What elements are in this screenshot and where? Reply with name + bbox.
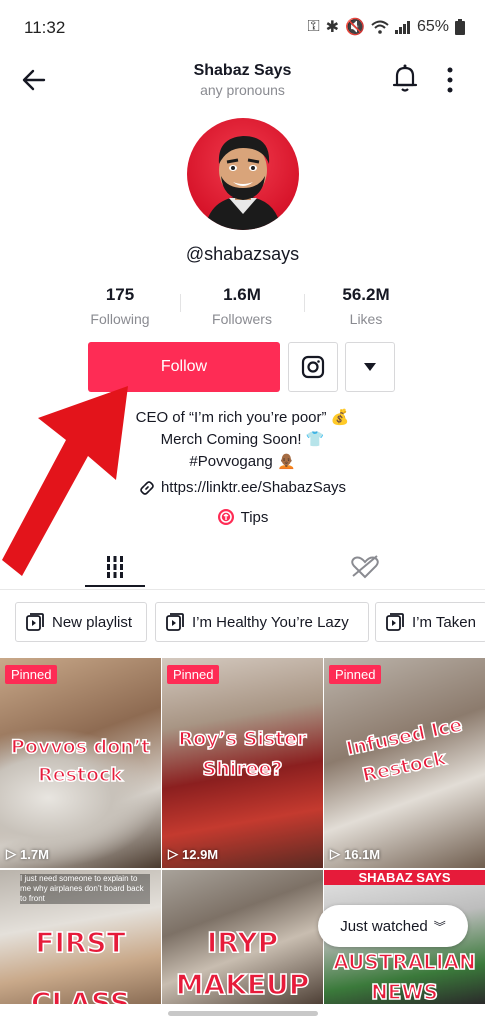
playlist-chip[interactable]: New playlist bbox=[15, 602, 147, 642]
video-tile[interactable]: Pinned Povvos don’t Restock ▷ 1.7M bbox=[0, 658, 161, 868]
video-overlay-text: I just need someone to explain to me why… bbox=[20, 874, 150, 904]
play-icon: ▷ bbox=[330, 846, 340, 861]
pinned-badge: Pinned bbox=[329, 665, 382, 684]
playlist-icon bbox=[26, 613, 44, 631]
red-arrow-annotation bbox=[2, 386, 128, 576]
battery-percent: 65% bbox=[416, 18, 449, 35]
tips-label: Tips bbox=[240, 508, 269, 526]
mute-icon: 🔇 bbox=[345, 19, 365, 36]
status-icons: ⚿ ✱ 🔇 65% bbox=[307, 17, 465, 37]
video-tile[interactable]: Pinned Infused Ice Restock ▷ 16.1M bbox=[324, 658, 485, 868]
battery-icon bbox=[455, 19, 465, 35]
bluetooth-icon: ✱ bbox=[325, 19, 340, 36]
video-tile[interactable]: IRYP MAKEUP bbox=[162, 870, 323, 1004]
pinned-badge: Pinned bbox=[167, 665, 220, 684]
playlist-chip[interactable]: I’m Healthy You’re Lazy bbox=[155, 602, 369, 642]
video-caption: Roy’s Sister bbox=[178, 728, 308, 750]
playlist-label: I’m Taken bbox=[412, 613, 476, 631]
pinned-badge: Pinned bbox=[5, 665, 58, 684]
followers-label: Followers bbox=[212, 311, 272, 327]
followers-count: 1.6M bbox=[223, 285, 261, 304]
dropdown-button[interactable] bbox=[345, 342, 395, 392]
playlist-label: New playlist bbox=[52, 613, 133, 631]
video-caption: AUSTRALIAN bbox=[333, 950, 477, 974]
video-caption: CLASS bbox=[30, 986, 131, 1004]
view-count: ▷ 16.1M bbox=[330, 846, 381, 862]
bell-icon[interactable] bbox=[392, 63, 418, 93]
liked-hidden-icon[interactable] bbox=[345, 552, 385, 582]
just-watched-button[interactable]: Just watched ︾ bbox=[318, 905, 468, 947]
likes-count: 56.2M bbox=[342, 285, 390, 304]
double-chevron-down-icon: ︾ bbox=[433, 919, 446, 934]
video-caption: Shiree? bbox=[202, 758, 283, 780]
caret-down-icon bbox=[364, 363, 376, 371]
play-icon: ▷ bbox=[168, 846, 178, 861]
more-options-icon[interactable] bbox=[444, 66, 456, 94]
stat-following[interactable]: 175 Following bbox=[55, 285, 185, 327]
video-caption: Restock bbox=[37, 764, 123, 786]
status-bar: 11:32 ⚿ ✱ 🔇 65% bbox=[0, 0, 485, 52]
status-time: 11:32 bbox=[24, 18, 66, 37]
playlist-icon bbox=[166, 613, 184, 631]
following-count: 175 bbox=[105, 285, 135, 304]
video-caption: FIRST bbox=[35, 926, 127, 959]
just-watched-label: Just watched bbox=[340, 917, 428, 935]
view-count: ▷ 1.7M bbox=[6, 846, 49, 862]
instagram-icon bbox=[301, 355, 325, 379]
wifi-icon bbox=[371, 20, 389, 34]
avatar[interactable] bbox=[187, 118, 299, 230]
username: @shabazsays bbox=[185, 244, 300, 264]
likes-label: Likes bbox=[349, 311, 383, 327]
playlist-icon bbox=[386, 613, 404, 631]
home-gesture-pill[interactable] bbox=[168, 1011, 318, 1016]
following-label: Following bbox=[90, 311, 150, 327]
video-tile[interactable]: Pinned Roy’s Sister Shiree? ▷ 12.9M bbox=[162, 658, 323, 868]
video-caption: Povvos don’t bbox=[10, 736, 151, 758]
playlist-chip[interactable]: I’m Taken bbox=[375, 602, 485, 642]
playlist-label: I’m Healthy You’re Lazy bbox=[192, 613, 349, 631]
instagram-button[interactable] bbox=[288, 342, 338, 392]
play-icon: ▷ bbox=[6, 846, 16, 861]
signal-icon bbox=[394, 21, 410, 34]
video-tile[interactable]: I just need someone to explain to me why… bbox=[0, 870, 161, 1004]
avatar-illustration bbox=[205, 136, 281, 230]
stat-followers[interactable]: 1.6M Followers bbox=[177, 285, 307, 327]
video-banner: SHABAZ SAYS bbox=[324, 870, 485, 885]
video-caption: IRYP bbox=[206, 926, 279, 959]
stat-likes[interactable]: 56.2M Likes bbox=[301, 285, 431, 327]
view-count: ▷ 12.9M bbox=[168, 846, 219, 862]
tips-icon bbox=[217, 509, 234, 525]
active-tab-indicator bbox=[85, 585, 145, 587]
link-text[interactable]: https://linktr.ee/ShabazSays bbox=[161, 479, 346, 496]
video-caption: MAKEUP bbox=[175, 968, 310, 1001]
video-caption: NEWS bbox=[370, 980, 438, 1004]
key-icon: ⚿ bbox=[307, 18, 320, 35]
